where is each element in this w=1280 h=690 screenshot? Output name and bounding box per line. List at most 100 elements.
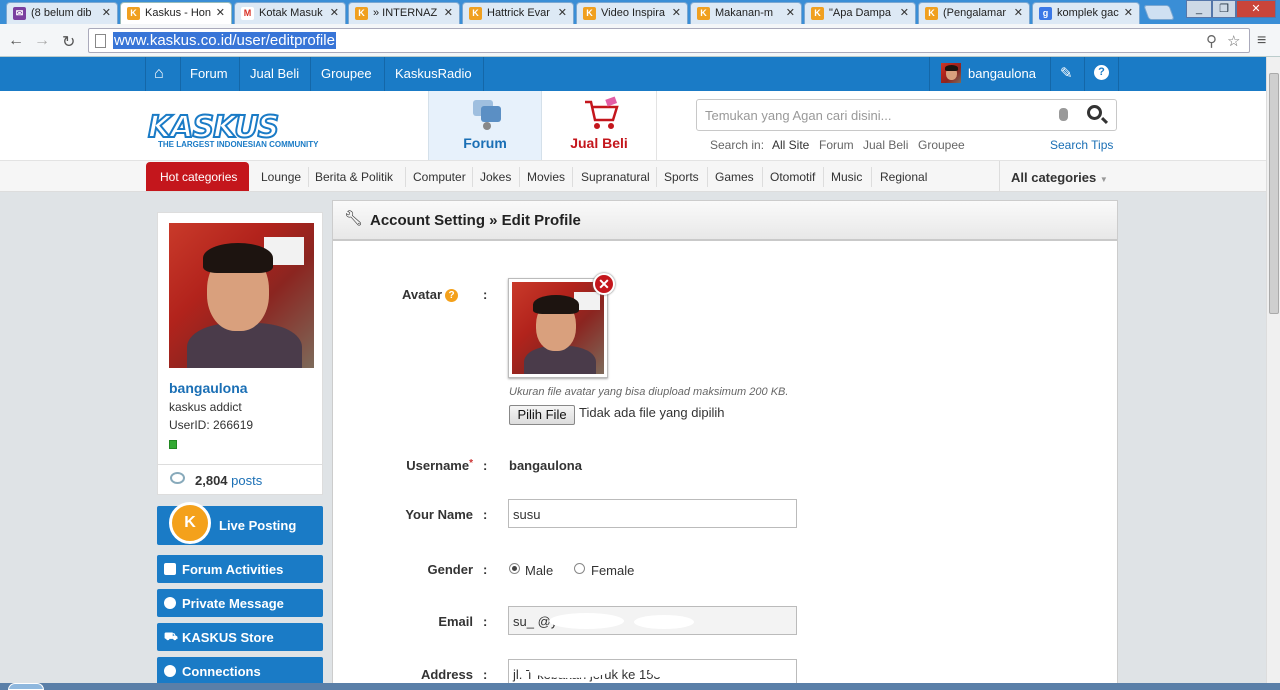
avatar-hint: Ukuran file avatar yang bisa diupload ma… [509, 386, 789, 398]
close-tab-icon[interactable]: ✕ [1124, 6, 1133, 19]
home-icon[interactable]: ⌂ [154, 65, 164, 83]
kaskus-icon: K [583, 7, 596, 20]
category-lounge[interactable]: Lounge [261, 170, 301, 184]
browser-tab[interactable]: g komplek gac ✕ [1032, 2, 1140, 24]
yourname-label: Your Name [405, 507, 473, 522]
search-in-jual-beli[interactable]: Jual Beli [863, 138, 908, 152]
gender-male-label[interactable]: Male [525, 563, 553, 578]
browser-tab[interactable]: K Makanan-m ✕ [690, 2, 802, 24]
scrollbar-thumb[interactable] [1269, 73, 1279, 314]
kaskus-store-button[interactable]: ⛟ KASKUS Store [157, 623, 323, 651]
search-tips-link[interactable]: Search Tips [1050, 138, 1113, 152]
close-window-button[interactable]: ✕ [1236, 0, 1276, 18]
kaskus-icon: K [811, 7, 824, 20]
browser-tab[interactable]: K "Apa Dampa ✕ [804, 2, 916, 24]
connections-icon [164, 665, 176, 677]
forum-activities-button[interactable]: Forum Activities [157, 555, 323, 583]
search-in-all-site[interactable]: All Site [772, 138, 809, 152]
reload-icon[interactable]: ↻ [62, 32, 75, 52]
gender-female-radio[interactable] [574, 563, 585, 574]
nav-jual-beli[interactable]: Jual Beli [250, 66, 299, 81]
shopping-cart-icon [585, 96, 619, 129]
microphone-icon[interactable] [1059, 108, 1068, 121]
search-in-forum[interactable]: Forum [819, 138, 854, 152]
close-tab-icon[interactable]: ✕ [786, 6, 795, 19]
yourname-input[interactable]: susu [508, 499, 797, 528]
connections-button[interactable]: Connections [157, 657, 323, 685]
address-bar[interactable]: www.kaskus.co.id/user/editprofile ⚲ ☆ [88, 28, 1250, 53]
page-icon [95, 34, 106, 48]
close-tab-icon[interactable]: ✕ [444, 6, 453, 19]
search-icon[interactable] [1087, 105, 1102, 120]
zoom-icon[interactable]: ⚲ [1206, 32, 1217, 50]
category-berita-politik[interactable]: Berita & Politik [315, 170, 393, 184]
jualbeli-section-tab[interactable]: Jual Beli [542, 91, 657, 160]
nav-groupee[interactable]: Groupee [321, 66, 372, 81]
browser-tab[interactable]: ✉ (8 belum dib ✕ [6, 2, 118, 24]
live-posting-button[interactable]: K Live Posting [157, 502, 323, 545]
category-games[interactable]: Games [715, 170, 754, 184]
private-message-button[interactable]: Private Message [157, 589, 323, 617]
category-supranatural[interactable]: Supranatural [581, 170, 650, 184]
url-text[interactable]: www.kaskus.co.id/user/editprofile [113, 32, 336, 49]
close-tab-icon[interactable]: ✕ [1014, 6, 1023, 19]
browser-tab[interactable]: M Kotak Masuk ✕ [234, 2, 346, 24]
choose-file-button[interactable]: Pilih File [509, 405, 575, 425]
category-movies[interactable]: Movies [527, 170, 565, 184]
profile-card: bangaulona kaskus addict UserID: 266619 … [157, 212, 323, 495]
pencil-icon[interactable]: ✎ [1060, 64, 1073, 82]
hot-categories-tab[interactable]: Hot categories [146, 162, 249, 191]
nav-username[interactable]: bangaulona [968, 66, 1036, 81]
nav-kaskusradio[interactable]: KaskusRadio [395, 66, 472, 81]
kaskus-icon: K [127, 7, 140, 20]
help-icon[interactable]: ? [1094, 65, 1109, 80]
forward-icon[interactable]: → [34, 32, 50, 50]
remove-avatar-button[interactable]: ✕ [593, 273, 615, 295]
search-box[interactable]: Temukan yang Agan cari disini... [696, 99, 1117, 131]
kaskus-icon: K [355, 7, 368, 20]
category-sports[interactable]: Sports [664, 170, 699, 184]
browser-tab[interactable]: K (Pengalamar ✕ [918, 2, 1030, 24]
all-categories-dropdown[interactable]: All categories ▼ [999, 161, 1116, 192]
chat-icon [164, 597, 176, 609]
close-tab-icon[interactable]: ✕ [672, 6, 681, 19]
bookmark-star-icon[interactable]: ☆ [1227, 32, 1240, 50]
browser-tab-active[interactable]: K Kaskus - Hon ✕ [120, 2, 232, 24]
gender-male-radio[interactable] [509, 563, 520, 574]
page-title: Account Setting » Edit Profile [370, 212, 581, 229]
browser-tab[interactable]: K Hattrick Evar ✕ [462, 2, 574, 24]
profile-photo[interactable] [169, 223, 314, 368]
category-otomotif[interactable]: Otomotif [770, 170, 815, 184]
start-button[interactable] [8, 683, 44, 690]
avatar[interactable] [941, 63, 961, 83]
new-tab-button[interactable] [1143, 5, 1175, 20]
browser-tab-strip: ✉ (8 belum dib ✕ K Kaskus - Hon ✕ M Kota… [0, 0, 1280, 24]
profile-username[interactable]: bangaulona [169, 380, 248, 396]
close-tab-icon[interactable]: ✕ [900, 6, 909, 19]
minimize-button[interactable]: _ [1186, 0, 1212, 18]
category-jokes[interactable]: Jokes [480, 170, 511, 184]
category-computer[interactable]: Computer [413, 170, 466, 184]
profile-posts-link[interactable]: 2,804 posts [195, 473, 262, 488]
close-tab-icon[interactable]: ✕ [558, 6, 567, 19]
category-regional[interactable]: Regional [880, 170, 927, 184]
gender-female-label[interactable]: Female [591, 563, 634, 578]
back-icon[interactable]: ← [8, 32, 24, 50]
help-icon[interactable]: ? [445, 289, 458, 302]
browser-tab[interactable]: K » INTERNAZ ✕ [348, 2, 460, 24]
browser-tab[interactable]: K Video Inspira ✕ [576, 2, 688, 24]
nav-forum[interactable]: Forum [190, 66, 228, 81]
site-header: KASKUS THE LARGEST INDONESIAN COMMUNITY … [0, 91, 1266, 160]
chrome-menu-icon[interactable]: ≡ [1257, 32, 1266, 50]
close-tab-icon[interactable]: ✕ [102, 6, 111, 19]
kaskus-icon: K [697, 7, 710, 20]
search-in-groupee[interactable]: Groupee [918, 138, 965, 152]
category-music[interactable]: Music [831, 170, 862, 184]
maximize-button[interactable]: ❐ [1212, 0, 1236, 18]
kaskus-logo[interactable]: KASKUS THE LARGEST INDONESIAN COMMUNITY [147, 109, 318, 149]
page-scrollbar[interactable] [1266, 57, 1280, 690]
close-tab-icon[interactable]: ✕ [330, 6, 339, 19]
search-input[interactable]: Temukan yang Agan cari disini... [705, 108, 891, 123]
forum-section-tab[interactable]: Forum [428, 91, 542, 160]
close-tab-icon[interactable]: ✕ [216, 6, 225, 19]
